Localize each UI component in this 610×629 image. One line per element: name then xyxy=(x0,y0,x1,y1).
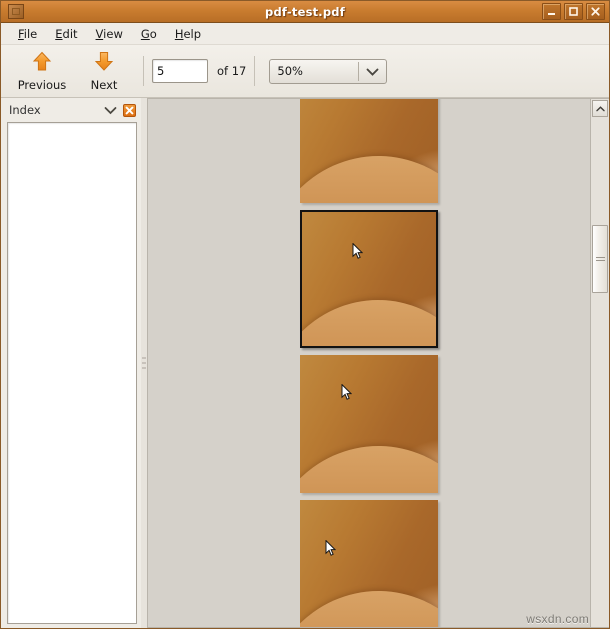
chevron-down-icon xyxy=(366,62,379,81)
menu-item-file[interactable]: File xyxy=(9,25,46,43)
menu-item-help[interactable]: Help xyxy=(166,25,210,43)
application-window: pdf-test.pdf File Edit View Go Help Prev… xyxy=(0,0,610,629)
arrow-down-icon xyxy=(94,51,114,76)
title-bar[interactable]: pdf-test.pdf xyxy=(1,1,609,23)
toolbar-separator-2 xyxy=(254,56,256,86)
menu-label: elp xyxy=(183,26,202,41)
main-body: Index xyxy=(1,98,609,628)
menu-mnemonic: E xyxy=(55,26,63,41)
arrow-up-icon xyxy=(32,51,52,76)
scroll-up-button[interactable] xyxy=(592,100,608,117)
menu-item-go[interactable]: Go xyxy=(132,25,166,43)
zoom-level-select[interactable]: 50% xyxy=(269,58,388,84)
index-sidebar: Index xyxy=(1,98,141,628)
mouse-cursor-icon xyxy=(352,242,364,259)
thumb-grip-icon xyxy=(595,257,605,261)
sidebar-header: Index xyxy=(1,98,141,122)
minimize-button[interactable] xyxy=(542,3,561,20)
sidebar-close-button[interactable] xyxy=(123,103,136,117)
document-window-icon xyxy=(8,4,24,19)
toolbar-separator xyxy=(143,56,144,86)
maximize-button[interactable] xyxy=(564,3,583,20)
menu-label: iew xyxy=(103,26,123,41)
window-controls xyxy=(542,3,605,20)
page-number-input[interactable] xyxy=(152,59,208,83)
pdf-page-thumbnail[interactable] xyxy=(300,500,438,627)
menu-label: dit xyxy=(62,26,78,41)
toolbar: Previous Next of 17 50% xyxy=(1,45,609,98)
menu-item-view[interactable]: View xyxy=(87,25,132,43)
next-page-button[interactable]: Next xyxy=(73,47,135,95)
sidebar-title: Index xyxy=(9,103,41,117)
chevron-down-icon[interactable] xyxy=(102,102,118,118)
menu-mnemonic: G xyxy=(140,26,150,41)
previous-page-label: Previous xyxy=(17,77,67,92)
menu-label: o xyxy=(149,26,157,41)
scroll-track[interactable] xyxy=(592,118,608,627)
pdf-page-thumbnail[interactable] xyxy=(300,355,438,493)
splitter-grip-icon xyxy=(142,357,146,369)
mouse-cursor-icon xyxy=(341,383,353,400)
vertical-scrollbar[interactable] xyxy=(590,98,609,628)
vertical-scroll-thumb[interactable] xyxy=(592,225,608,293)
menu-bar: File Edit View Go Help xyxy=(1,23,609,45)
zoom-level-value: 50% xyxy=(277,64,303,78)
window-title: pdf-test.pdf xyxy=(265,4,345,19)
previous-page-button[interactable]: Previous xyxy=(11,47,73,95)
index-list[interactable] xyxy=(7,122,137,624)
pdf-page-thumbnail-current[interactable] xyxy=(300,210,438,348)
document-view[interactable] xyxy=(147,98,590,628)
next-page-label: Next xyxy=(90,77,118,92)
page-count-label: of 17 xyxy=(217,64,247,78)
menu-label: ile xyxy=(23,26,38,41)
page-stack xyxy=(148,99,590,627)
combo-divider xyxy=(358,61,360,81)
pdf-page-thumbnail[interactable] xyxy=(300,99,438,203)
menu-item-edit[interactable]: Edit xyxy=(46,25,86,43)
mouse-cursor-icon xyxy=(325,539,337,556)
close-button[interactable] xyxy=(586,3,605,20)
